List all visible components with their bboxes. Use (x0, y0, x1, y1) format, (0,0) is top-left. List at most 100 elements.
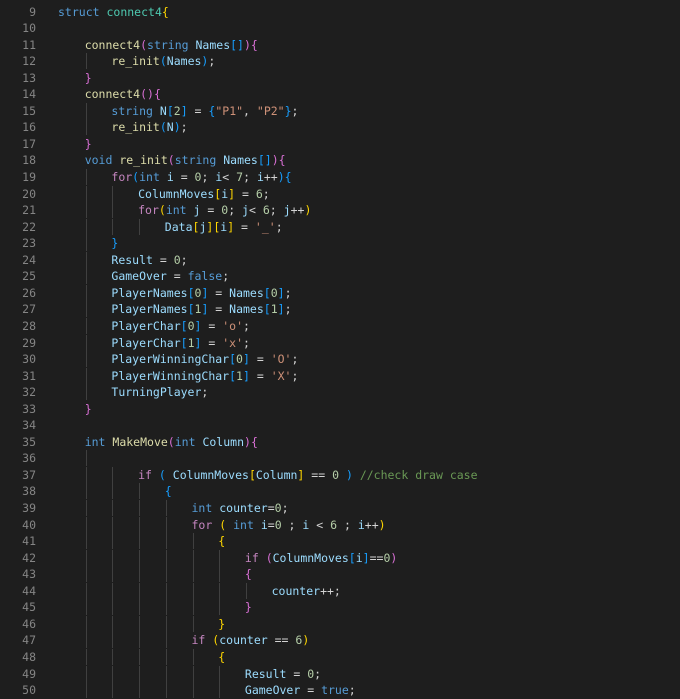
indent-guide (139, 218, 141, 235)
indent-guide (139, 516, 141, 533)
code-line[interactable]: 14 connect4(){ (0, 86, 680, 102)
code-line[interactable]: 36 (0, 450, 680, 467)
code-token: 0 (187, 318, 195, 333)
code-content: counter++; (272, 583, 341, 599)
code-token: re_init (119, 153, 168, 168)
code-token: int (165, 203, 187, 218)
line-number: 21 (22, 203, 36, 218)
code-editor[interactable]: 9 struct connect4{10 11 connect4(string Nam… (0, 0, 680, 699)
code-line[interactable]: 19 for(int i = 0; i< 7; i++){ (0, 169, 680, 185)
line-number: 26 (22, 285, 36, 300)
code-line[interactable]: 11 connect4(string Names[]){ (0, 37, 680, 53)
code-line[interactable]: 15 string N[2] = {"P1", "P2"}; (0, 102, 680, 119)
indent-guide (165, 632, 167, 649)
code-token: 6 (262, 203, 270, 218)
code-line[interactable]: 18 void re_init(string Names[]){ (0, 152, 680, 168)
code-content: if (counter == 6) (192, 632, 310, 648)
code-token: counter (271, 583, 321, 598)
code-token: ( (158, 467, 166, 482)
code-line[interactable]: 39 int counter=0; (0, 500, 680, 516)
code-token: PlayerWinningChar (111, 368, 230, 383)
code-token: [ (348, 550, 356, 565)
indent-guide (85, 235, 87, 252)
code-token: } (84, 70, 92, 85)
code-content: PlayerChar[0] = 'o'; (111, 318, 250, 334)
code-line[interactable]: 42 if (ColumnMoves[i]==0) (0, 549, 680, 566)
code-token: ) (302, 633, 310, 648)
code-line[interactable]: 44 counter++; (0, 582, 680, 599)
code-content: GameOver = false; (111, 268, 229, 284)
code-token: ; (275, 219, 283, 234)
code-token: [] (257, 153, 272, 168)
code-line[interactable]: 10 (0, 20, 680, 36)
code-line[interactable]: 40 for ( int i=0 ; i < 6 ; i++) (0, 516, 680, 533)
code-token: 0 (236, 352, 243, 367)
indent-guide (192, 682, 194, 699)
code-token: i (256, 170, 264, 184)
code-line[interactable]: 28 PlayerChar[0] = 'o'; (0, 317, 680, 334)
code-token: '_' (254, 219, 276, 234)
indent-guide (85, 466, 87, 483)
code-content: TurningPlayer; (111, 384, 208, 400)
code-line[interactable]: 23} (0, 235, 680, 252)
indent-guide (85, 549, 87, 566)
code-token: { (250, 37, 258, 52)
indent-guide (219, 582, 221, 599)
code-line[interactable]: 49 Result = 0; (0, 665, 680, 682)
indent-guide (245, 582, 247, 599)
line-number: 27 (22, 302, 36, 317)
code-line[interactable]: 20 ColumnMoves[i] = 6; (0, 185, 680, 202)
code-content: PlayerChar[1] = 'x'; (111, 335, 250, 351)
code-line[interactable]: 16 re_init(N); (0, 119, 680, 136)
line-number: 36 (22, 451, 36, 466)
code-token: ; (243, 335, 250, 350)
code-token: ) (277, 170, 285, 184)
code-token: 0 (173, 252, 181, 267)
code-line[interactable]: 31 PlayerWinningChar[1] = 'X'; (0, 367, 680, 384)
code-line[interactable]: 12 re_init(Names); (0, 53, 680, 70)
code-line[interactable]: 26 PlayerNames[0] = Names[0]; (0, 284, 680, 301)
line-number: 42 (22, 550, 36, 565)
code-line[interactable]: 22 Data[j][i] = '_'; (0, 218, 680, 235)
code-line[interactable]: 29 PlayerChar[1] = 'x'; (0, 334, 680, 351)
indent-guide (112, 582, 114, 599)
code-line[interactable]: 35 int MakeMove(int Column){ (0, 434, 680, 450)
code-token: Names (223, 153, 258, 168)
code-line[interactable]: 47 if (counter == 6) (0, 632, 680, 649)
code-line[interactable]: 48 { (0, 648, 680, 665)
code-token: connect4 (84, 87, 141, 102)
code-token: Names (195, 37, 231, 52)
code-line[interactable]: 33} (0, 401, 680, 417)
code-line[interactable]: 38 { (0, 483, 680, 500)
code-token: [ (229, 368, 237, 383)
code-line[interactable]: 46} (0, 615, 680, 632)
code-line[interactable]: 34 (0, 417, 680, 433)
code-token: ] (242, 368, 250, 383)
code-token: = (267, 501, 275, 515)
code-line[interactable]: 45} (0, 599, 680, 616)
code-line[interactable]: 50 GameOver = true; (0, 682, 680, 699)
code-line[interactable]: 21 for(int j = 0; j< 6; j++) (0, 202, 680, 219)
code-line[interactable]: 41 { (0, 533, 680, 550)
code-token: string (111, 103, 153, 118)
code-token: < (222, 170, 237, 184)
code-token: i (357, 517, 365, 532)
code-line[interactable]: 32 TurningPlayer; (0, 384, 680, 401)
code-line[interactable]: 37 if ( ColumnMoves[Column] == 0 ) //chec… (0, 466, 680, 483)
code-line[interactable]: 24 Result = 0; (0, 251, 680, 268)
code-token: ( (159, 54, 167, 69)
code-token: < (309, 517, 331, 532)
code-line[interactable]: 25 GameOver = false; (0, 268, 680, 285)
code-line[interactable]: 43 { (0, 566, 680, 583)
code-line[interactable]: 27 PlayerNames[1] = Names[1]; (0, 301, 680, 318)
code-line[interactable]: 17} (0, 136, 680, 152)
code-line[interactable]: 9 struct connect4{ (0, 4, 680, 20)
code-token: ; (201, 385, 209, 400)
code-token: [ (180, 335, 188, 350)
code-line[interactable]: 30 PlayerWinningChar[0] = 'O'; (0, 351, 680, 368)
indent-guide (112, 516, 114, 533)
code-token: = (173, 170, 195, 184)
code-token: ; (180, 252, 188, 267)
code-line[interactable]: 13} (0, 70, 680, 86)
